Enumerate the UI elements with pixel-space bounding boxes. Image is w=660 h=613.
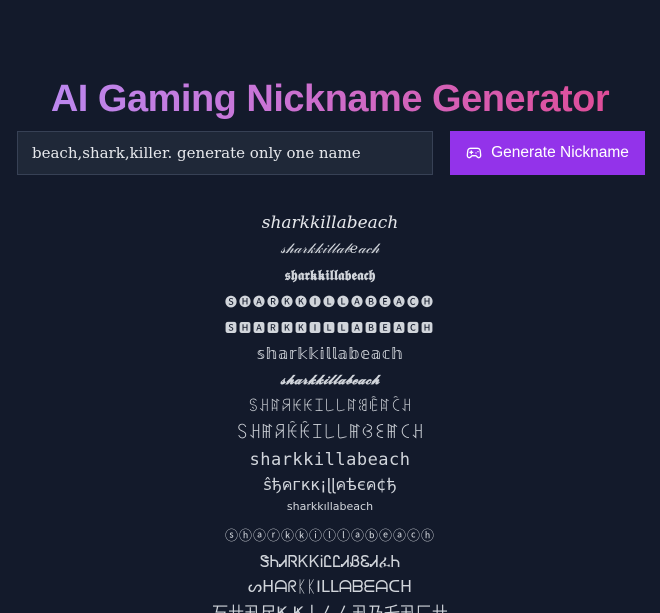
- gamepad-icon: [466, 145, 482, 161]
- nickname-result[interactable]: ꌗꃅꍏꋪꀘꀘꀤ꒒꒒ꍏꌃꍟꍏꉓꃅ: [0, 394, 660, 420]
- page-title: AI Gaming Nickname Generator: [0, 75, 660, 123]
- generate-nickname-button[interactable]: Generate Nickname: [450, 131, 645, 175]
- nickname-result[interactable]: ꇙꃅꂵꋪꀗꀗꀤ꒒꒒ꂵꃳꏂꂵꉔꃅ: [0, 420, 660, 446]
- nickname-result[interactable]: ⓢⓗⓐⓡⓚⓚⓘⓛⓛⓐⓑⓔⓐⓒⓗ: [0, 524, 660, 550]
- nickname-result[interactable]: sharkkillabeach: [0, 210, 660, 236]
- keywords-input[interactable]: [17, 131, 433, 175]
- nickname-result[interactable]: ŝђคгкк¡ɭɭคѣєค¢ђ: [0, 474, 660, 496]
- nickname-result[interactable]: 🅢🅗🅐🅡🅚🅚🅘🅛🅛🅐🅑🅔🅐🅒🅗: [0, 289, 660, 315]
- nickname-result[interactable]: 丂卄卂尺Ҝ Ҝ丨ㄥㄥ卂乃乇卂匚卄: [0, 600, 660, 613]
- nickname-result[interactable]: sharkkıllabeach: [0, 496, 660, 518]
- nickname-result[interactable]: 𝓼𝓱𝓪𝓻𝓴𝓴𝓲𝓵𝓵𝓪𝓫𝓮𝓪𝓬𝓱: [0, 367, 660, 394]
- nickname-result[interactable]: 🆂🅷🅰🆁🅺🅺🅸🅻🅻🅰🅱🅴🅰🅲🅷: [0, 315, 660, 341]
- nickname-results: sharkkillabeach 𝓈𝒽𝒶𝓇𝓀𝓀𝒾𝓁𝓁𝒶𝒷𝑒𝒶𝒸𝒽 𝖘𝖍𝖆𝖗𝖐𝖐𝖎𝖑…: [0, 210, 660, 613]
- nickname-result[interactable]: ᏕᏂᏗᏒᏦᏦᎥᏝᏝᏗᏰᏋᏗፈᏂ: [0, 550, 660, 574]
- page: AI Gaming Nickname Generator Generate Ni…: [0, 0, 660, 613]
- generate-button-label: Generate Nickname: [491, 144, 629, 161]
- nickname-result[interactable]: 𝖘𝖍𝖆𝖗𝖐𝖐𝖎𝖑𝖑𝖆𝖇𝖊𝖆𝖈𝖍: [0, 263, 660, 289]
- nickname-result[interactable]: 𝓈𝒽𝒶𝓇𝓀𝓀𝒾𝓁𝓁𝒶𝒷𝑒𝒶𝒸𝒽: [0, 236, 660, 263]
- nickname-result[interactable]: 𝚜𝚑𝚊𝚛𝚔𝚔𝚒𝚕𝚕𝚊𝚋𝚎𝚊𝚌𝚑: [0, 446, 660, 474]
- nickname-result[interactable]: 𝕤𝕙𝕒𝕣𝕜𝕜𝕚𝕝𝕝𝕒𝕓𝕖𝕒𝕔𝕙: [0, 341, 660, 367]
- nickname-result[interactable]: ᔕᕼᗩᖇᛕᛕIᒪᒪᗩᗷᗴᗩᑕᕼ: [0, 574, 660, 600]
